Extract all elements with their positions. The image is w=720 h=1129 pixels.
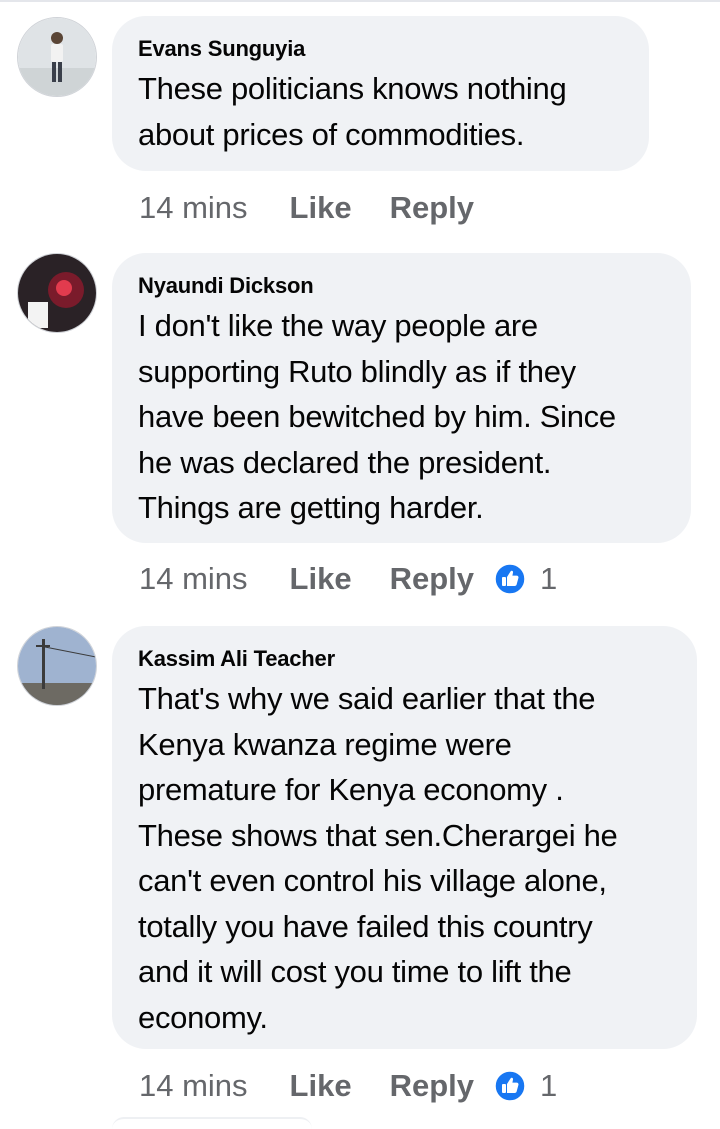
avatar-dark-red-icon — [18, 254, 96, 332]
comment-author[interactable]: Evans Sunguyia — [138, 36, 621, 62]
comment-author[interactable]: Kassim Ali Teacher — [138, 646, 669, 672]
comment-text: I don't like the way people are supporti… — [138, 308, 616, 525]
reply-button[interactable]: Reply — [390, 561, 474, 597]
comment-actions: 14 mins Like Reply 1 — [139, 559, 557, 599]
thumbs-up-icon — [494, 1070, 526, 1102]
comment-actions: 14 mins Like Reply — [139, 188, 494, 228]
reaction-summary[interactable]: 1 — [494, 1068, 557, 1104]
next-comment-edge — [112, 1117, 312, 1129]
comment-time[interactable]: 14 mins — [139, 1068, 248, 1104]
top-divider — [0, 0, 720, 2]
comment-text: These politicians knows nothing about pr… — [138, 71, 567, 152]
comment-time[interactable]: 14 mins — [139, 561, 248, 597]
reaction-summary[interactable]: 1 — [494, 561, 557, 597]
like-button[interactable]: Like — [290, 561, 352, 597]
avatar[interactable] — [17, 253, 97, 333]
avatar[interactable] — [17, 17, 97, 97]
comment-text: That's why we said earlier that the Keny… — [138, 681, 618, 1035]
reply-button[interactable]: Reply — [390, 1068, 474, 1104]
comment-bubble: Evans Sunguyia These politicians knows n… — [112, 16, 649, 171]
avatar[interactable] — [17, 626, 97, 706]
reply-button[interactable]: Reply — [390, 190, 474, 226]
comment-time[interactable]: 14 mins — [139, 190, 248, 226]
reaction-count: 1 — [540, 561, 558, 596]
comment-bubble: Nyaundi Dickson I don't like the way peo… — [112, 253, 691, 543]
reaction-count: 1 — [540, 1068, 558, 1103]
avatar-man-standing-icon — [18, 18, 96, 96]
like-button[interactable]: Like — [290, 1068, 352, 1104]
comment-bubble: Kassim Ali Teacher That's why we said ea… — [112, 626, 697, 1049]
comment-author[interactable]: Nyaundi Dickson — [138, 273, 663, 299]
comment-actions: 14 mins Like Reply 1 — [139, 1066, 557, 1106]
avatar-sky-pole-icon — [18, 627, 96, 705]
thumbs-up-icon — [494, 563, 526, 595]
like-button[interactable]: Like — [290, 190, 352, 226]
